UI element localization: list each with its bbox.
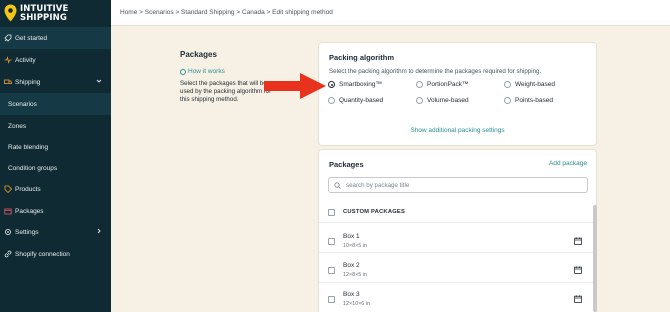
packages-title: Packages [329,160,364,169]
box-icon [4,208,12,215]
radio-label: Points-based [515,97,553,104]
link-icon [4,250,12,258]
sidebar-item-scenarios[interactable]: Scenarios [0,93,111,115]
package-name[interactable]: Box 3 [343,291,360,298]
select-all-checkbox[interactable] [328,209,335,216]
package-name[interactable]: Box 2 [343,262,360,269]
sidebar-item-label: Settings [15,228,39,236]
show-additional-packing-settings-link[interactable]: Show additional packing settings [319,127,596,134]
radio-dot [328,97,335,104]
packing-algorithm-card: Packing algorithm Select the packing alg… [318,42,597,146]
sidebar-item-label: Products [15,185,41,193]
search-placeholder: search by package title [346,181,410,189]
sidebar-item-condition-groups[interactable]: Condition groups [0,157,111,179]
gear-icon [5,229,11,235]
sidebar-item-label: Packages [15,207,44,215]
help-circle-icon [180,68,186,75]
package-search-input[interactable]: search by package title [328,177,588,193]
radio-quantity-based[interactable]: Quantity-based [328,97,383,104]
sidebar-item-label: Get started [15,34,48,42]
packages-scrollbar[interactable] [593,205,597,312]
sidebar-item-activity[interactable]: Activity [0,49,111,71]
how-it-works-link[interactable]: How it works [180,68,225,75]
brand-name-line2: SHIPPING [20,13,67,23]
sidebar-item-label: Condition groups [8,164,58,172]
sidebar-item-label: Zones [8,122,27,130]
search-icon [334,181,341,189]
how-it-works-label: How it works [188,68,225,75]
package-dimensions: 12×8×5 in [343,272,367,278]
radio-portionpack[interactable]: PortionPack™ [416,81,469,88]
packing-algorithm-title: Packing algorithm [329,53,395,62]
radio-label: Weight-based [515,81,555,88]
sidebar-item-label: Shopify connection [15,250,70,258]
package-dimensions: 10×8×5 in [343,243,367,249]
red-arrow-annotation [264,73,326,99]
packages-card: Packages Add package search by package t… [318,149,597,312]
brand-logo[interactable]: INTUITIVE SHIPPING [4,3,104,25]
rocket-icon [4,34,12,42]
radio-label: PortionPack™ [427,81,469,88]
radio-dot [416,81,423,88]
package-row-checkbox[interactable] [328,267,335,274]
sidebar-item-rate-blending[interactable]: Rate blending [0,136,111,158]
sidebar-item-get-started[interactable]: Get started [0,27,111,49]
sidebar-item-label: Shipping [15,78,41,86]
package-dimensions: 12×10×6 in [343,301,370,307]
radio-dot [416,97,423,104]
package-row-checkbox[interactable] [328,296,335,303]
sidebar-item-packages[interactable]: Packages [0,200,111,222]
sidebar-item-products[interactable]: Products [0,178,111,200]
package-row-checkbox[interactable] [328,238,335,245]
top-bar: Home > Scenarios > Standard Shipping > C… [111,0,670,26]
packing-algorithm-subtitle: Select the packing algorithm to determin… [329,68,542,75]
divider [319,252,596,253]
sidebar-item-shipping[interactable]: Shipping [0,71,111,93]
truck-icon [4,79,12,84]
radio-label: Volume-based [427,97,469,104]
sidebar-item-zones[interactable]: Zones [0,115,111,137]
section-title: Packages [180,50,217,59]
radio-weight-based[interactable]: Weight-based [504,81,555,88]
package-name[interactable]: Box 1 [343,233,360,240]
divider [319,282,596,283]
custom-packages-header: CUSTOM PACKAGES [343,209,406,215]
radio-dot [328,81,335,88]
radio-dot [504,97,511,104]
sidebar-item-label: Scenarios [8,100,37,108]
breadcrumb[interactable]: Home > Scenarios > Standard Shipping > C… [120,9,333,16]
calendar-box-icon[interactable] [574,237,582,245]
radio-points-based[interactable]: Points-based [504,97,553,104]
sidebar-item-settings[interactable]: Settings [0,221,111,243]
radio-volume-based[interactable]: Volume-based [416,97,469,104]
chevron-down-icon[interactable] [96,78,102,84]
section-description: Select the packages that will be used by… [180,80,272,103]
sidebar: INTUITIVE SHIPPING Get started Activity … [0,0,111,312]
chevron-right-icon[interactable] [96,228,102,234]
activity-icon [4,56,12,64]
calendar-box-icon[interactable] [574,295,582,303]
tag-icon [4,185,12,193]
sidebar-item-label: Activity [15,56,36,64]
radio-smartboxing[interactable]: Smartboxing™ [328,81,382,88]
divider [319,222,596,223]
radio-dot [504,81,511,88]
add-package-link[interactable]: Add package [549,160,587,167]
calendar-box-icon[interactable] [574,266,582,274]
radio-label: Quantity-based [339,97,384,104]
sidebar-item-label: Rate blending [8,143,49,151]
location-pin-icon [4,4,17,22]
radio-label: Smartboxing™ [339,81,382,88]
sidebar-item-shopify-connection[interactable]: Shopify connection [0,243,111,265]
